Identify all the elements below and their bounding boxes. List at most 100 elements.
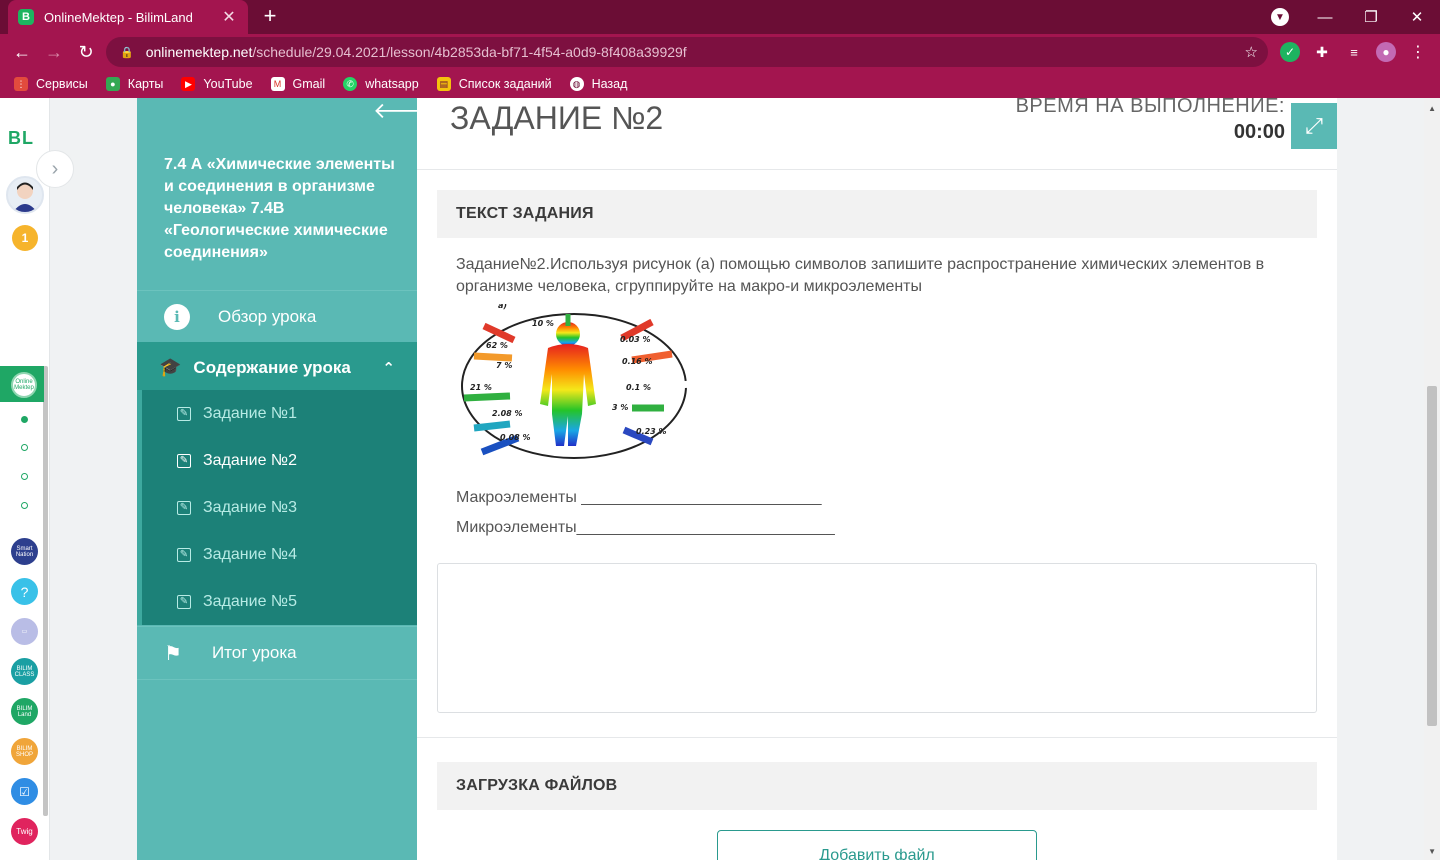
nav-dot-active[interactable] — [21, 416, 28, 423]
browser-tab-strip: B OnlineMektep - BilimLand ✕ + ▼ — ❐ ✕ — [0, 0, 1440, 34]
browser-toolbar: ← → ↻ 🔒 onlinemektep.net/schedule/29.04.… — [0, 34, 1440, 70]
scrollbar-thumb[interactable] — [1427, 386, 1437, 726]
bookmark-label: Сервисы — [36, 77, 88, 91]
add-file-button[interactable]: Добавить файл — [717, 830, 1037, 860]
svg-text:0.1 %: 0.1 % — [626, 383, 651, 392]
smart-nation-icon[interactable]: Smart Nation — [11, 538, 38, 565]
user-avatar[interactable] — [6, 176, 44, 214]
keyboard-icon[interactable]: ▭ — [11, 618, 38, 645]
menu-kebab-icon[interactable]: ⋮ — [1408, 42, 1428, 62]
reload-icon[interactable]: ↻ — [72, 38, 100, 66]
app-icon-bar: BL 1 Online Mektep Smart Nation ? ▭ BILI… — [0, 98, 50, 860]
bilimland-logo[interactable]: BL — [8, 128, 34, 149]
nav-dot[interactable] — [21, 473, 28, 480]
minimize-icon[interactable]: — — [1302, 0, 1348, 34]
task-item-label: Задание №5 — [203, 592, 297, 610]
expand-sidebar-chevron-icon[interactable]: › — [36, 150, 74, 188]
time-label: ВРЕМЯ НА ВЫПОЛНЕНИЕ: — [1015, 98, 1285, 117]
page-scrollbar[interactable]: ▲ ▼ — [1424, 98, 1440, 860]
bilimland-favicon-icon: B — [18, 9, 34, 25]
task-item-label: Задание №4 — [203, 545, 297, 563]
task-list-icon: ▤ — [436, 77, 451, 91]
bilim-land-icon[interactable]: BILIM Land — [11, 698, 38, 725]
task-item-3[interactable]: ✎ Задание №3 — [142, 484, 422, 531]
page-viewport: BL 1 Online Mektep Smart Nation ? ▭ BILI… — [0, 98, 1440, 860]
back-icon[interactable]: ← — [8, 38, 36, 66]
bookmark-maps[interactable]: ● Карты — [105, 77, 164, 91]
forward-icon[interactable]: → — [40, 38, 68, 66]
new-tab-button[interactable]: + — [258, 4, 282, 28]
scroll-up-icon[interactable]: ▲ — [1428, 104, 1436, 113]
media-control-icon[interactable]: ≡ — [1344, 42, 1364, 62]
time-value: 00:00 — [1233, 121, 1285, 143]
graduation-cap-icon: 🎓 — [159, 357, 182, 377]
svg-text:0.16 %: 0.16 % — [622, 357, 653, 366]
scroll-down-icon[interactable]: ▼ — [1428, 847, 1436, 856]
svg-text:62 %: 62 % — [486, 341, 508, 350]
close-window-icon[interactable]: ✕ — [1394, 0, 1440, 34]
extension-check-icon[interactable]: ✓ — [1280, 42, 1300, 62]
bookmark-star-icon[interactable]: ☆ — [1245, 43, 1258, 61]
menu-overview-label: Обзор урока — [218, 306, 317, 326]
task-item-5[interactable]: ✎ Задание №5 — [142, 578, 422, 625]
bookmark-services[interactable]: ⋮ Сервисы — [14, 77, 88, 91]
tab-search-icon[interactable]: ▼ — [1271, 8, 1289, 26]
macro-elements-line: Макроэлементы __________________________… — [456, 489, 822, 506]
task-item-1[interactable]: ✎ Задание №1 — [142, 390, 422, 437]
svg-text:10 %: 10 % — [532, 319, 554, 328]
svg-text:0.23 %: 0.23 % — [636, 427, 667, 436]
nav-dot[interactable] — [21, 502, 28, 509]
bilim-class-icon[interactable]: BILIM CLASS — [11, 658, 38, 685]
file-upload-header: ЗАГРУЗКА ФАЙЛОВ — [437, 762, 1317, 810]
task-item-label: Задание №2 — [203, 451, 297, 469]
bookmark-label: Назад — [591, 77, 628, 91]
bookmark-label: Список заданий — [458, 77, 552, 91]
bookmark-label: whatsapp — [365, 77, 419, 91]
menu-summary[interactable]: ⚑ Итог урока — [137, 626, 417, 680]
bookmark-label: Карты — [127, 77, 164, 91]
url-host: onlinemektep.net — [145, 44, 253, 60]
close-tab-icon[interactable]: ✕ — [220, 7, 238, 27]
profile-avatar-icon[interactable]: ● — [1376, 42, 1396, 62]
iconbar-scrollbar[interactable] — [43, 366, 48, 816]
task-list: ✎ Задание №1 ✎ Задание №2 ✎ Задание №3 ✎ Зад… — [137, 390, 417, 625]
task-item-2[interactable]: ✎ Задание №2 — [142, 437, 422, 484]
svg-text:0.03 %: 0.03 % — [620, 335, 651, 344]
task-item-label: Задание №3 — [203, 498, 297, 516]
menu-content[interactable]: 🎓 Содержание урока ⌃ — [137, 342, 417, 392]
bookmark-task-list[interactable]: ▤ Список заданий — [436, 77, 552, 91]
extensions-puzzle-icon[interactable]: ✚ — [1312, 42, 1332, 62]
answer-textarea[interactable] — [437, 563, 1317, 713]
micro-elements-line: Микроэлементы___________________________… — [456, 519, 835, 536]
online-mektep-icon[interactable]: Online Mektep — [11, 372, 37, 398]
notification-badge[interactable]: 1 — [12, 225, 38, 251]
task-item-4[interactable]: ✎ Задание №4 — [142, 531, 422, 578]
menu-overview[interactable]: i Обзор урока — [137, 290, 417, 342]
edit-icon: ✎ — [177, 594, 191, 609]
restore-icon[interactable]: ❐ — [1348, 0, 1394, 34]
lock-icon: 🔒 — [120, 46, 134, 59]
bookmark-youtube[interactable]: ▶ YouTube — [181, 77, 253, 91]
bookmark-gmail[interactable]: M Gmail — [270, 77, 325, 91]
globe-icon: ◍ — [569, 77, 584, 91]
svg-text:3 %: 3 % — [612, 403, 628, 412]
twig-icon[interactable]: Twig — [11, 818, 38, 845]
svg-text:0.08 %: 0.08 % — [500, 433, 531, 442]
flag-icon: ⚑ — [164, 642, 182, 665]
bilim-shop-icon[interactable]: BILIM SHOP — [11, 738, 38, 765]
bookmark-back[interactable]: ◍ Назад — [569, 77, 628, 91]
apps-grid-icon: ⋮ — [14, 77, 28, 91]
fullscreen-icon[interactable]: ⤢ — [1291, 103, 1337, 149]
bookmark-whatsapp[interactable]: ✆ whatsapp — [343, 77, 419, 91]
browser-tab[interactable]: B OnlineMektep - BilimLand ✕ — [8, 0, 248, 34]
edit-icon: ✎ — [177, 547, 191, 562]
course-sidebar: 🡐 7.4 А «Химические элементы и соединени… — [137, 98, 432, 860]
gmail-icon: M — [270, 77, 285, 91]
tab-title: OnlineMektep - BilimLand — [44, 9, 193, 25]
address-bar[interactable]: 🔒 onlinemektep.net/schedule/29.04.2021/l… — [106, 37, 1268, 67]
edit-icon: ✎ — [177, 500, 191, 515]
checklist-icon[interactable]: ☑ — [11, 778, 38, 805]
nav-dot[interactable] — [21, 444, 28, 451]
help-icon[interactable]: ? — [11, 578, 38, 605]
menu-content-label: Содержание урока — [193, 357, 351, 377]
